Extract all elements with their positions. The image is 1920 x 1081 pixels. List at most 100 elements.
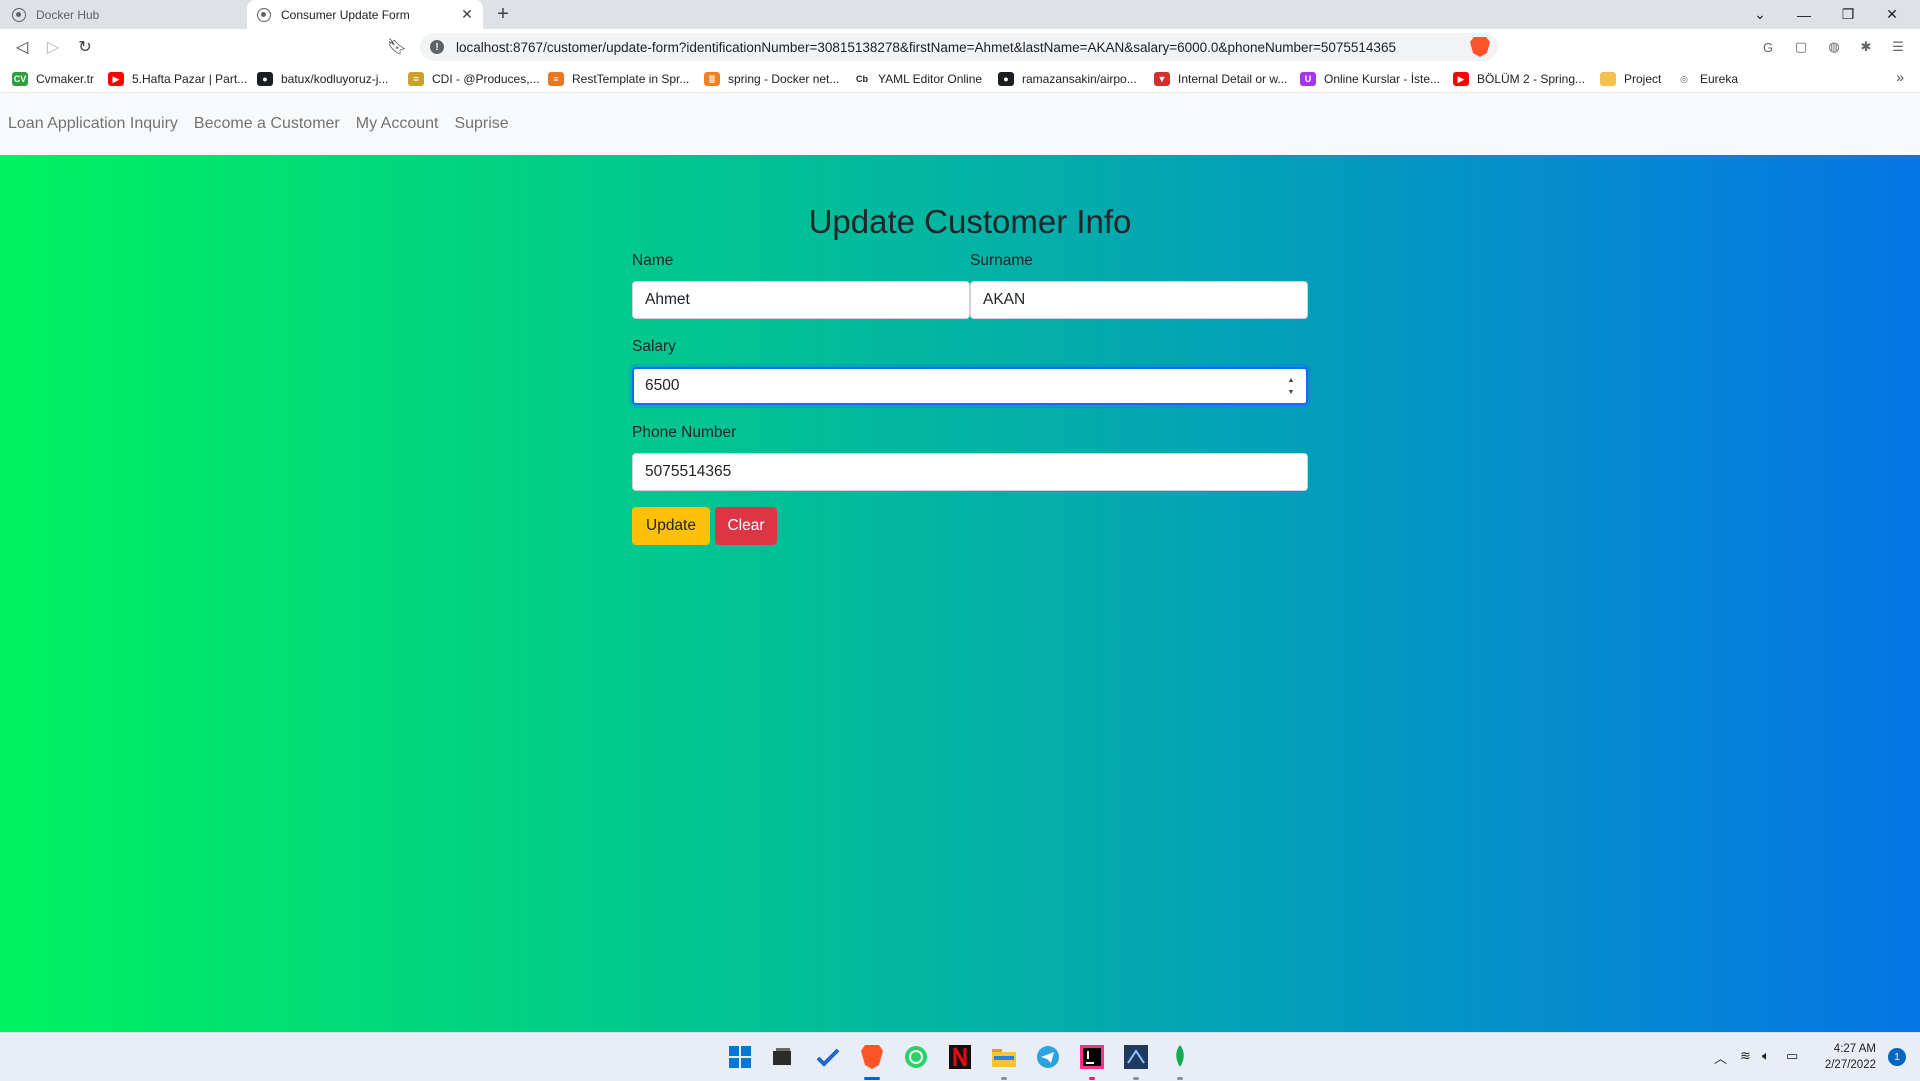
folder-icon [1600, 72, 1616, 86]
globe-favicon-icon [257, 7, 271, 22]
stackoverflow-icon: ≣ [704, 72, 720, 86]
bookmark-item[interactable]: Cb YAML Editor Online [854, 70, 982, 88]
bookmark-item[interactable]: ▶ BÖLÜM 2 - Spring... [1453, 70, 1585, 88]
phone-input[interactable]: 5075514365 [632, 453, 1308, 491]
salary-label: Salary [632, 338, 676, 355]
bookmark-item[interactable]: ● batux/kodluyoruz-j... [257, 70, 388, 88]
notification-badge[interactable]: 1 [1888, 1048, 1906, 1066]
task-view-icon[interactable] [768, 1043, 796, 1071]
vuetify-icon: ▼ [1154, 72, 1170, 86]
bookmark-label: Eureka [1700, 72, 1739, 86]
brave-browser-icon[interactable] [858, 1043, 886, 1071]
surname-input[interactable]: AKAN [970, 281, 1308, 319]
bookmark-label: YAML Editor Online [878, 72, 983, 86]
address-bar[interactable]: ! localhost:8767/customer/update-form?id… [420, 33, 1498, 61]
translate-icon[interactable]: G [1758, 37, 1778, 57]
update-button[interactable]: Update [632, 507, 710, 545]
bookmark-label: CDI - @Produces,... [432, 72, 540, 86]
app-indicator [1177, 1077, 1183, 1080]
tab-docker-hub[interactable]: Docker Hub [0, 0, 244, 29]
clock-date: 2/27/2022 [1824, 1059, 1876, 1071]
bookmark-item[interactable]: ◎ Eureka [1676, 70, 1738, 88]
bookmark-label: batux/kodluyoruz-j... [281, 72, 389, 86]
battery-icon[interactable]: ▭ [1786, 1048, 1798, 1064]
restore-icon[interactable]: ❐ [1826, 0, 1870, 29]
menu-icon[interactable]: ☰ [1888, 37, 1908, 57]
github-icon: ● [998, 72, 1014, 86]
telegram-icon[interactable] [1034, 1043, 1062, 1071]
phone-label: Phone Number [632, 424, 737, 441]
bookmark-item[interactable]: ● ramazansakin/airpo... [998, 70, 1137, 88]
whatsapp-icon[interactable] [902, 1043, 930, 1071]
youtube-icon: ▶ [1453, 72, 1469, 86]
brave-shields-icon[interactable] [1470, 37, 1490, 57]
bookmark-item[interactable]: ▶ 5.Hafta Pazar | Part... [108, 70, 247, 88]
page-icon: ≡ [548, 72, 564, 86]
bookmark-label: 5.Hafta Pazar | Part... [132, 72, 248, 86]
tab-strip: Docker Hub Consumer Update Form ✕ + ⌄ — … [0, 0, 1920, 29]
salary-value: 6500 [645, 377, 680, 394]
globe-icon: ◎ [1680, 73, 1688, 84]
spin-up-icon[interactable]: ▲ [1288, 376, 1295, 386]
tab-title: Docker Hub [36, 7, 100, 22]
tab-search-icon[interactable]: ⌄ [1738, 0, 1782, 29]
nav-become-a-customer[interactable]: Become a Customer [194, 115, 340, 133]
sql-developer-icon[interactable] [1122, 1043, 1150, 1071]
app-indicator [1001, 1077, 1007, 1080]
web-page: Loan Application Inquiry Become a Custom… [0, 93, 1920, 1032]
extension-icon[interactable]: ▢ [1791, 37, 1811, 57]
app-indicator [1133, 1077, 1139, 1080]
bookmark-item[interactable]: ≡ RestTemplate in Spr... [548, 70, 689, 88]
nav-my-account[interactable]: My Account [356, 115, 439, 133]
bookmarks-bar: CV Cvmaker.tr ▶ 5.Hafta Pazar | Part... ● bat… [0, 65, 1920, 93]
url-text: localhost:8767/customer/update-form?iden… [456, 39, 1396, 55]
nav-loan-application-inquiry[interactable]: Loan Application Inquiry [8, 115, 178, 133]
bookmark-label: RestTemplate in Spr... [572, 72, 690, 86]
site-navbar: Loan Application Inquiry Become a Custom… [0, 93, 1920, 155]
tab-title: Consumer Update Form [281, 7, 410, 22]
forward-icon[interactable]: ▷ [41, 35, 65, 59]
windows-start-icon[interactable] [726, 1043, 754, 1071]
site-info-icon[interactable]: ! [430, 40, 444, 54]
volume-icon[interactable]: 🔈︎ [1762, 1048, 1770, 1064]
back-icon[interactable]: ◁ [10, 35, 34, 59]
bookmark-item[interactable]: Project [1600, 70, 1661, 88]
nav-suprise[interactable]: Suprise [454, 115, 508, 133]
close-tab-icon[interactable]: ✕ [457, 6, 477, 23]
todo-icon[interactable] [814, 1043, 842, 1071]
cv-icon: CV [12, 72, 28, 86]
bookmark-item[interactable]: U Online Kurslar - İste... [1300, 70, 1440, 88]
new-tab-icon[interactable]: + [492, 3, 514, 26]
wallet-icon[interactable]: ◍ [1824, 37, 1844, 57]
tab-consumer-update-form[interactable]: Consumer Update Form ✕ [247, 0, 483, 29]
active-app-indicator [864, 1077, 880, 1080]
clear-button[interactable]: Clear [715, 507, 777, 545]
spin-down-icon[interactable]: ▼ [1288, 388, 1295, 398]
bookmark-item[interactable]: CV Cvmaker.tr [12, 70, 94, 88]
show-hidden-icons-icon[interactable]: ︿ [1714, 1048, 1727, 1067]
number-spinner[interactable]: ▲ ▼ [1286, 376, 1296, 398]
mongodb-icon[interactable] [1166, 1043, 1194, 1071]
wifi-icon[interactable]: ≋ [1740, 1048, 1751, 1064]
bookmark-label: Cvmaker.tr [36, 72, 95, 86]
puzzle-extensions-icon[interactable]: ✱ [1856, 37, 1876, 57]
salary-input[interactable]: 6500 ▲ ▼ [632, 367, 1308, 405]
file-explorer-icon[interactable] [990, 1043, 1018, 1071]
bookmark-item[interactable]: ▼ Internal Detail or w... [1154, 70, 1287, 88]
app-indicator [1089, 1077, 1095, 1080]
more-bookmarks-icon[interactable]: » [1896, 69, 1904, 85]
minimize-icon[interactable]: — [1782, 0, 1826, 29]
bookmark-item[interactable]: ≣ spring - Docker net... [704, 70, 839, 88]
system-clock[interactable]: 4:27 AM 2/27/2022 [1825, 1041, 1876, 1073]
bookmark-item[interactable]: ≡ CDI - @Produces,... [408, 70, 540, 88]
bookmark-icon[interactable]: 🔖︎ [385, 35, 409, 59]
cb-icon: Cb [856, 74, 868, 84]
name-input[interactable]: Ahmet [632, 281, 970, 319]
intellij-icon[interactable] [1078, 1043, 1106, 1071]
close-window-icon[interactable]: ✕ [1870, 0, 1914, 29]
reload-icon[interactable]: ↻ [73, 35, 97, 59]
netflix-icon[interactable] [946, 1043, 974, 1071]
surname-label: Surname [970, 252, 1033, 269]
docker-hub-favicon-icon [12, 7, 26, 22]
udemy-icon: U [1300, 72, 1316, 86]
